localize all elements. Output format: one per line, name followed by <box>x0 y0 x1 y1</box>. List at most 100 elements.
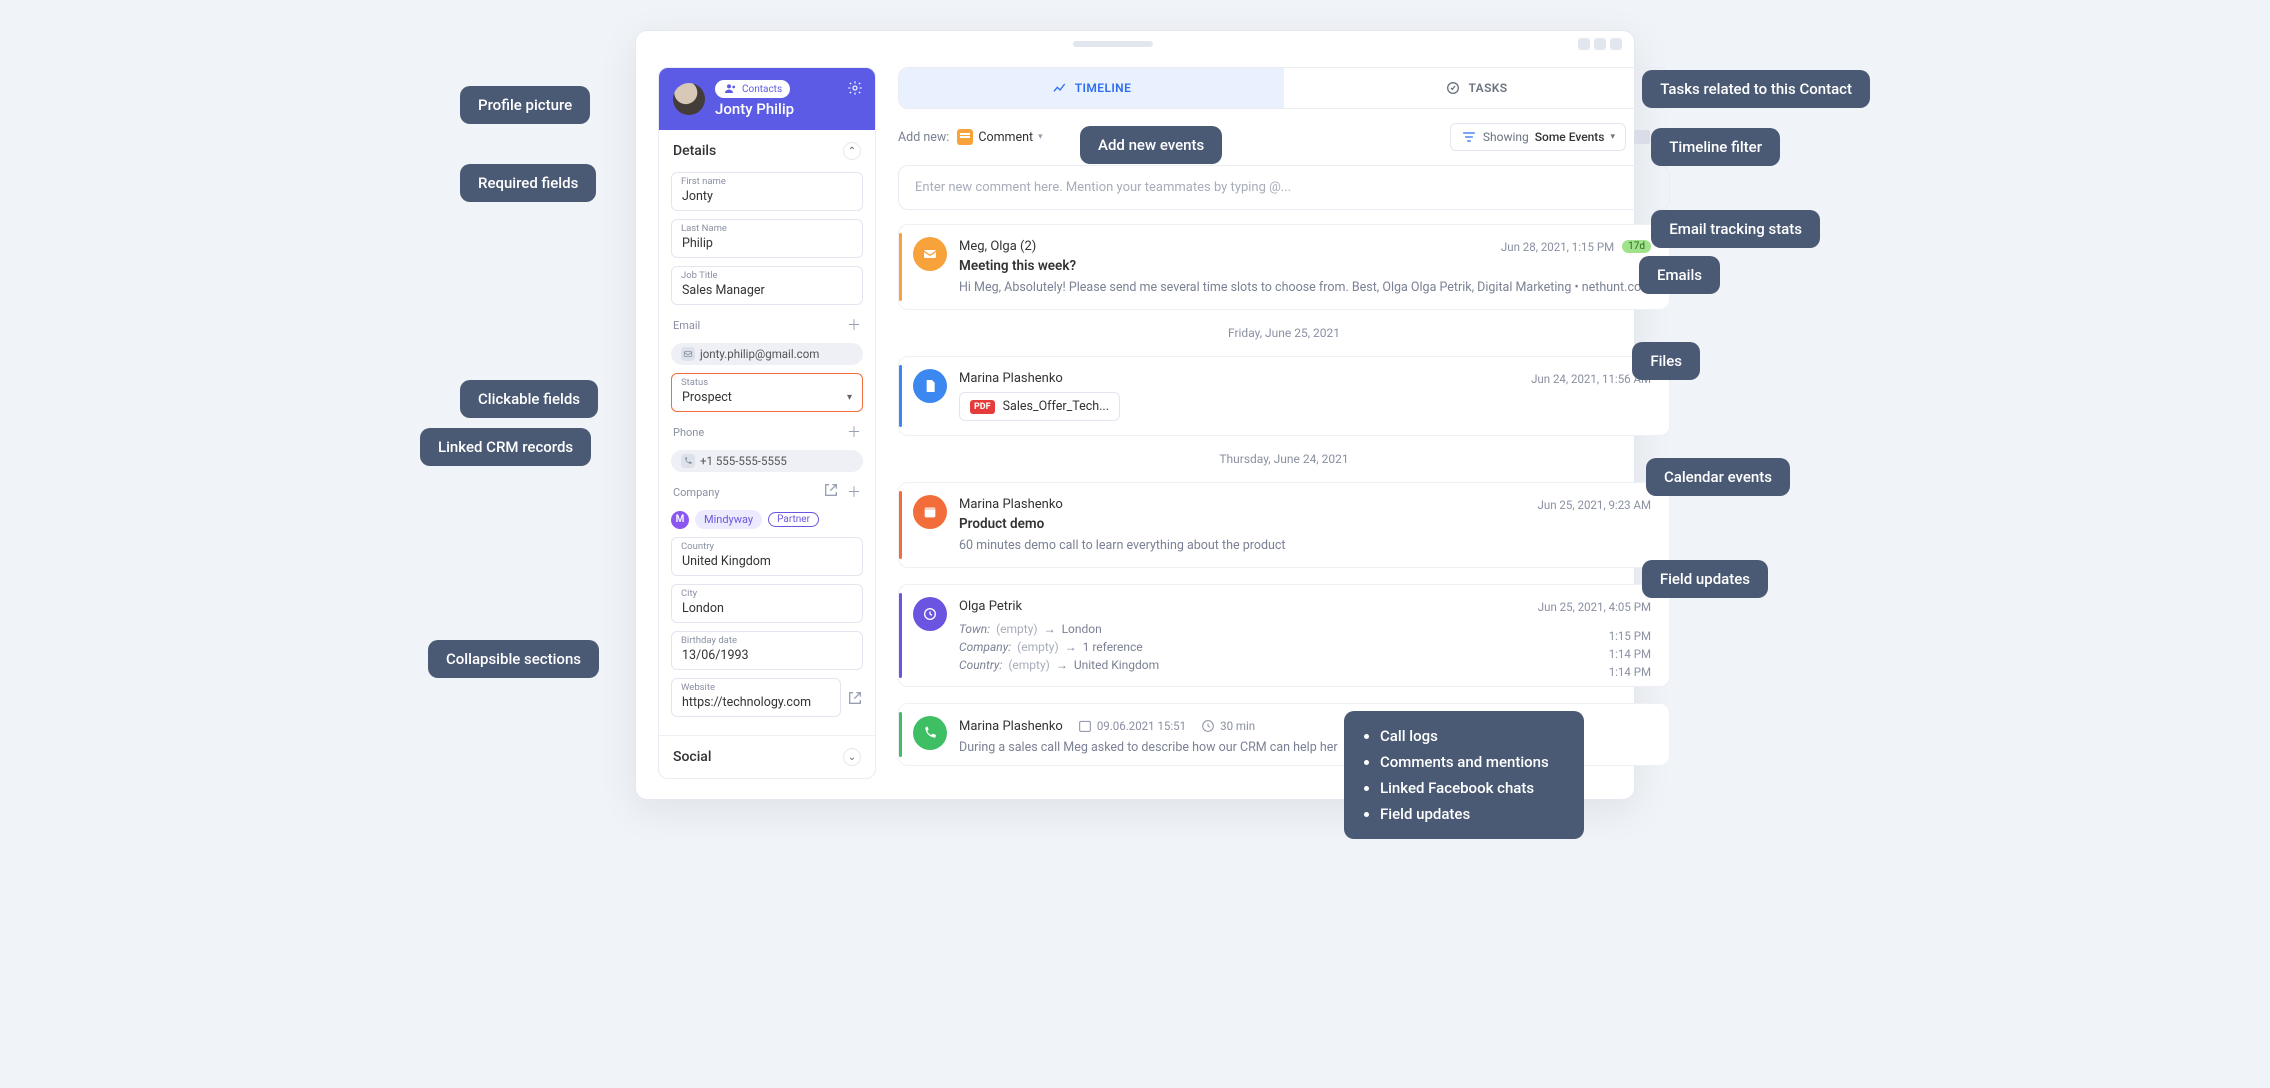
folder-chip[interactable]: Contacts <box>715 80 790 98</box>
card-author: Marina Plashenko <box>959 497 1063 512</box>
first-name-field[interactable]: First name <box>671 172 863 211</box>
add-email-button[interactable]: ＋ <box>847 315 861 335</box>
callout-clickable-fields: Clickable fields <box>460 380 598 418</box>
add-company-button[interactable]: ＋ <box>847 482 861 502</box>
tracking-badge[interactable]: 17d <box>1622 240 1651 253</box>
callout-files: Files <box>1632 342 1700 380</box>
field-label: First name <box>681 176 726 187</box>
tab-timeline-label: TIMELINE <box>1075 81 1132 95</box>
call-duration: 30 min <box>1220 719 1255 733</box>
city-input[interactable] <box>671 584 863 623</box>
phone-label: Phone <box>673 426 704 439</box>
birthday-field[interactable]: Birthday date <box>671 631 863 670</box>
diff-times: 1:15 PM 1:14 PM 1:14 PM <box>1609 629 1651 679</box>
phone-icon <box>681 454 695 468</box>
tab-tasks[interactable]: TASKS <box>1284 68 1669 108</box>
last-name-field[interactable]: Last Name <box>671 219 863 258</box>
phone-pill[interactable]: +1 555-555-5555 <box>671 450 863 472</box>
window-handle <box>1073 41 1153 47</box>
date-separator: Thursday, June 24, 2021 <box>898 452 1670 466</box>
popup-list: Call logs Comments and mentions Linked F… <box>1344 711 1584 839</box>
calendar-icon <box>913 495 947 529</box>
card-stripe <box>899 233 902 301</box>
chevron-down-icon: ▾ <box>847 392 852 403</box>
history-icon <box>913 597 947 631</box>
filter-area: Showing Some Events ▾ <box>1450 123 1670 151</box>
comment-input[interactable]: Enter new comment here. Mention your tea… <box>898 165 1670 210</box>
fields-list: First name Last Name Job Title Email ＋ <box>659 172 875 729</box>
timeline-card-file[interactable]: Marina Plashenko Jun 24, 2021, 11:56 AM … <box>898 356 1670 436</box>
popup-item: Comments and mentions <box>1380 753 1566 771</box>
popup-item: Call logs <box>1380 727 1566 745</box>
filter-icon <box>1461 129 1477 145</box>
city-field[interactable]: City <box>671 584 863 623</box>
envelope-icon <box>913 237 947 271</box>
company-link[interactable]: M Mindyway Partner <box>671 510 863 529</box>
details-label: Details <box>673 143 716 159</box>
field-label: Status <box>681 377 708 388</box>
mail-icon <box>681 347 695 361</box>
main-panel: TIMELINE TASKS Add new: Comment ▾ <box>898 67 1670 766</box>
card-stripe <box>899 593 902 678</box>
card-title: Meeting this week? <box>959 258 1651 274</box>
toolbar: Add new: Comment ▾ Showing Some Events <box>898 123 1670 151</box>
field-label: Job Title <box>681 270 718 281</box>
job-title-field[interactable]: Job Title <box>671 266 863 305</box>
email-value: jonty.philip@gmail.com <box>700 347 819 361</box>
callout-calendar: Calendar events <box>1646 458 1790 496</box>
details-header[interactable]: Details ⌃ <box>659 130 875 172</box>
timeline-card-email[interactable]: Meg, Olga (2) Jun 28, 2021, 1:15 PM 17d … <box>898 224 1670 310</box>
open-external-icon[interactable] <box>847 690 863 706</box>
comment-placeholder: Enter new comment here. Mention your tea… <box>915 180 1291 195</box>
email-pill[interactable]: jonty.philip@gmail.com <box>671 343 863 365</box>
timeline-card-update[interactable]: Olga Petrik Jun 25, 2021, 4:05 PM Town: … <box>898 584 1670 687</box>
chevron-up-icon[interactable]: ⌃ <box>843 142 861 160</box>
file-attachment[interactable]: PDF Sales_Offer_Tech... <box>959 392 1120 421</box>
timeline-filter[interactable]: Showing Some Events ▾ <box>1450 123 1626 151</box>
email-label-row: Email ＋ <box>671 313 863 335</box>
timeline-card-calendar[interactable]: Marina Plashenko Jun 25, 2021, 9:23 AM P… <box>898 482 1670 568</box>
file-name: Sales_Offer_Tech... <box>1003 399 1109 414</box>
card-stripe <box>899 491 902 559</box>
callout-emails: Emails <box>1639 256 1720 294</box>
phone-icon <box>913 716 947 750</box>
folder-icon[interactable] <box>1634 130 1650 144</box>
people-icon <box>723 81 739 97</box>
card-time: Jun 25, 2021, 9:23 AM <box>1538 498 1651 512</box>
social-header[interactable]: Social ⌄ <box>659 735 875 778</box>
open-external-icon[interactable] <box>823 482 839 498</box>
field-label: Birthday date <box>681 635 737 646</box>
comment-label: Comment <box>978 130 1033 145</box>
add-new: Add new: Comment ▾ <box>898 129 1043 145</box>
popup-item: Field updates <box>1380 805 1566 823</box>
card-author: Marina Plashenko <box>959 719 1063 734</box>
file-icon <box>913 369 947 403</box>
email-label: Email <box>673 319 700 332</box>
profile-header: Contacts Jonty Philip <box>659 68 875 130</box>
add-comment-button[interactable]: Comment ▾ <box>957 129 1042 145</box>
field-label: City <box>681 588 697 599</box>
tab-timeline[interactable]: TIMELINE <box>899 68 1284 108</box>
chart-line-icon <box>1052 80 1068 96</box>
call-date: 09.06.2021 15:51 <box>1097 719 1186 733</box>
add-new-label: Add new: <box>898 130 949 145</box>
contact-name: Jonty Philip <box>715 100 794 118</box>
company-label: Company <box>673 486 720 499</box>
callout-tracking: Email tracking stats <box>1651 210 1820 248</box>
card-author: Meg, Olga (2) <box>959 239 1036 254</box>
country-field[interactable]: Country <box>671 537 863 576</box>
window-controls[interactable] <box>1578 38 1622 50</box>
callout-collapsible: Collapsible sections <box>428 640 599 678</box>
check-circle-icon <box>1445 80 1461 96</box>
callout-tasks: Tasks related to this Contact <box>1642 70 1870 108</box>
avatar[interactable] <box>673 83 705 115</box>
status-field[interactable]: Status Prospect ▾ <box>671 373 863 412</box>
callout-profile-picture: Profile picture <box>460 86 590 124</box>
add-phone-button[interactable]: ＋ <box>847 422 861 442</box>
website-field[interactable]: Website <box>671 678 863 717</box>
phone-label-row: Phone ＋ <box>671 420 863 442</box>
company-name: Mindyway <box>695 510 762 529</box>
gear-icon[interactable] <box>847 80 863 96</box>
window-chrome <box>636 31 1634 57</box>
chevron-down-icon[interactable]: ⌄ <box>843 748 861 766</box>
